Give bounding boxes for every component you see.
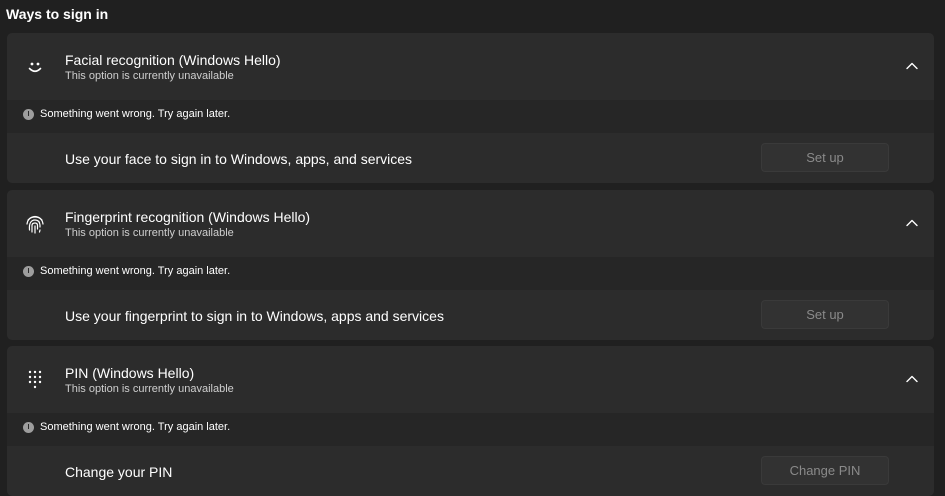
fingerprint-icon <box>23 212 47 236</box>
chevron-up-icon[interactable] <box>904 215 920 231</box>
option-title: Fingerprint recognition (Windows Hello) <box>65 209 311 225</box>
error-message: Something went wrong. Try again later. <box>40 421 231 433</box>
section-title: Ways to sign in <box>6 6 109 22</box>
set-up-button[interactable]: Set up <box>761 300 889 329</box>
option-subtitle: This option is currently unavailable <box>65 70 234 82</box>
chevron-up-icon[interactable] <box>904 371 920 387</box>
change-pin-button[interactable]: Change PIN <box>761 456 889 485</box>
setting-label: Change your PIN <box>65 464 173 480</box>
pin-setting-row: Change your PIN Change PIN <box>7 446 934 496</box>
option-title: PIN (Windows Hello) <box>65 365 195 381</box>
facial-recognition-header[interactable]: Facial recognition (Windows Hello) This … <box>7 33 934 100</box>
option-subtitle: This option is currently unavailable <box>65 227 234 239</box>
sign-in-options-page: Ways to sign in Facial recognition (Wind… <box>0 0 945 496</box>
error-message-bar: Something went wrong. Try again later. <box>7 413 934 446</box>
setting-label: Use your fingerprint to sign in to Windo… <box>65 308 444 324</box>
pin-keypad-icon <box>23 368 47 392</box>
error-message-bar: Something went wrong. Try again later. <box>7 100 934 133</box>
face-icon <box>23 55 47 79</box>
option-title: Facial recognition (Windows Hello) <box>65 52 281 68</box>
error-message: Something went wrong. Try again later. <box>40 108 231 120</box>
pin-header[interactable]: PIN (Windows Hello) This option is curre… <box>7 346 934 413</box>
setting-label: Use your face to sign in to Windows, app… <box>65 151 413 167</box>
option-subtitle: This option is currently unavailable <box>65 383 234 395</box>
chevron-up-icon[interactable] <box>904 58 920 74</box>
error-message: Something went wrong. Try again later. <box>40 265 231 277</box>
facial-recognition-setting-row: Use your face to sign in to Windows, app… <box>7 133 934 183</box>
info-icon <box>23 109 34 120</box>
error-message-bar: Something went wrong. Try again later. <box>7 257 934 290</box>
set-up-button[interactable]: Set up <box>761 143 889 172</box>
info-icon <box>23 266 34 277</box>
fingerprint-recognition-setting-row: Use your fingerprint to sign in to Windo… <box>7 290 934 340</box>
fingerprint-recognition-header[interactable]: Fingerprint recognition (Windows Hello) … <box>7 190 934 257</box>
info-icon <box>23 422 34 433</box>
